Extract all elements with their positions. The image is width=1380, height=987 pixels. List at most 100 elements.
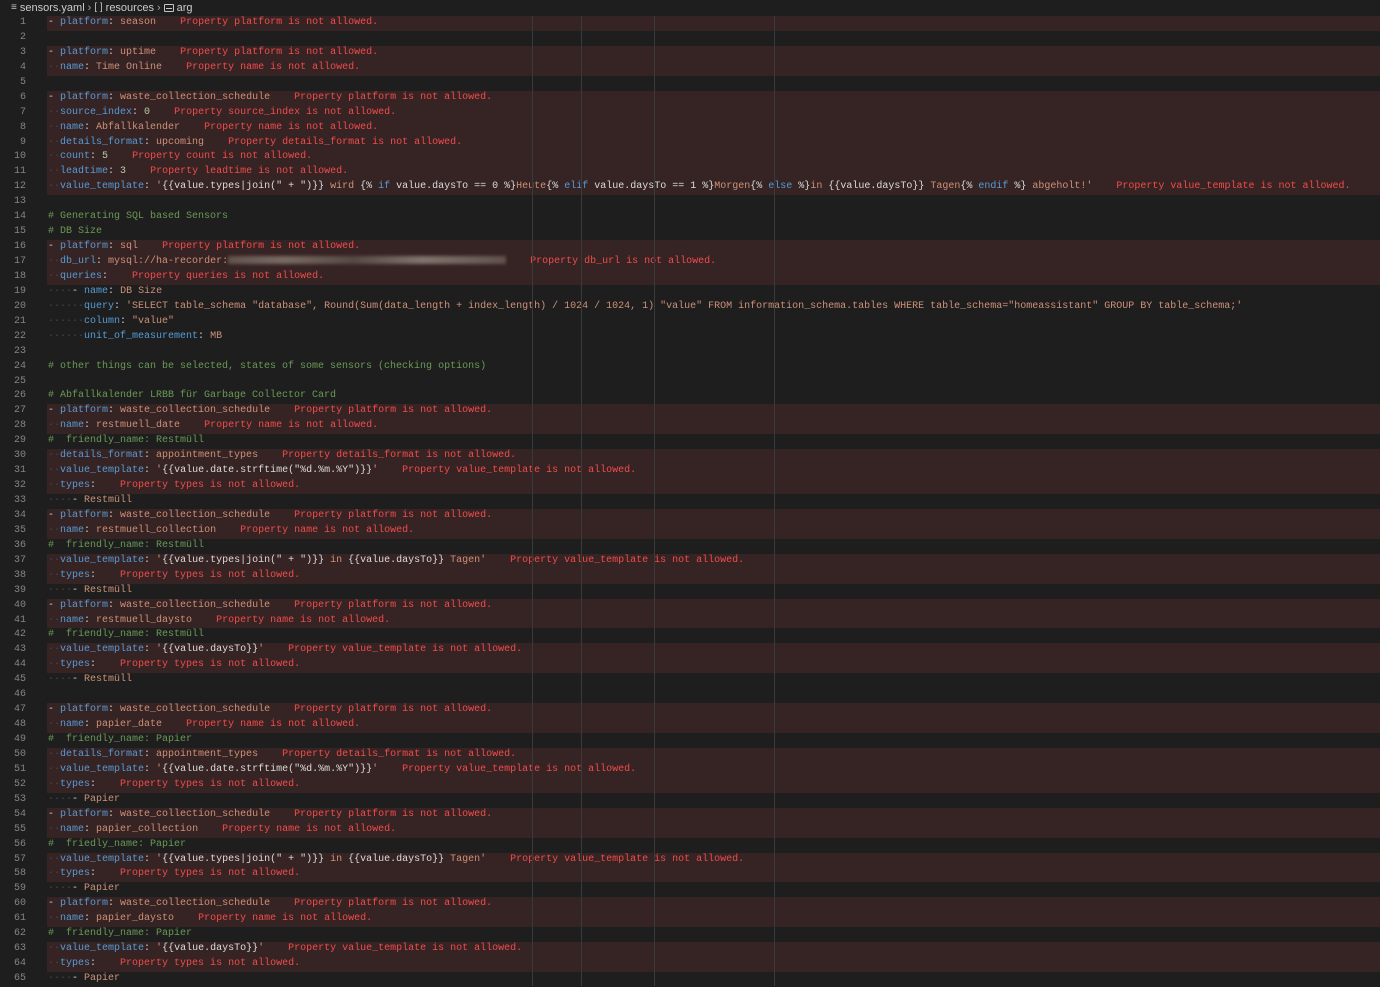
punctuation: :	[90, 151, 102, 162]
error-lens-message: Property value_template is not allowed.	[510, 555, 744, 566]
code-line[interactable]: 46	[0, 688, 1380, 703]
code-line-with-error[interactable]: 28··name: restmuell_dateProperty name is…	[0, 419, 1380, 434]
whitespace-indent: ······	[48, 316, 84, 327]
code-line-with-error[interactable]: 18··queries:Property queries is not allo…	[0, 270, 1380, 285]
code-line-with-error[interactable]: 61··name: papier_daystoProperty name is …	[0, 912, 1380, 927]
code-line-with-error[interactable]: 63··value_template: '{{value.daysTo}}'Pr…	[0, 942, 1380, 957]
code-line-with-error[interactable]: 58··types:Property types is not allowed.	[0, 867, 1380, 882]
code-line-with-error[interactable]: 34- platform: waste_collection_scheduleP…	[0, 509, 1380, 524]
code-line-with-error[interactable]: 17··db_url: mysql://ha-recorder:Property…	[0, 255, 1380, 270]
code-line-with-error[interactable]: 47- platform: waste_collection_scheduleP…	[0, 703, 1380, 718]
yaml-value: Restmüll	[84, 674, 132, 685]
code-line[interactable]: 36# friendly_name: Restmüll	[0, 539, 1380, 554]
comment: # friendly_name: Papier	[48, 734, 192, 745]
punctuation: :	[102, 271, 108, 282]
code-line[interactable]: 21······column: "value"	[0, 315, 1380, 330]
code-line[interactable]: 13	[0, 195, 1380, 210]
line-content: ··name: restmuell_daystoProperty name is…	[48, 614, 390, 629]
code-line[interactable]: 22······unit_of_measurement: MB	[0, 330, 1380, 345]
code-line[interactable]: 26# Abfallkalender LRBB für Garbage Coll…	[0, 389, 1380, 404]
code-line[interactable]: 19····- name: DB Size	[0, 285, 1380, 300]
code-line-with-error[interactable]: 7··source_index: 0Property source_index …	[0, 106, 1380, 121]
whitespace-indent: ··	[48, 719, 60, 730]
line-number: 46	[0, 688, 26, 703]
code-line-with-error[interactable]: 40- platform: waste_collection_scheduleP…	[0, 599, 1380, 614]
line-number: 40	[0, 599, 26, 614]
code-line-with-error[interactable]: 64··types:Property types is not allowed.	[0, 957, 1380, 972]
code-line[interactable]: 20······query: 'SELECT table_schema "dat…	[0, 300, 1380, 315]
code-line-with-error[interactable]: 41··name: restmuell_daystoProperty name …	[0, 614, 1380, 629]
code-line[interactable]: 42# friendly_name: Restmüll	[0, 628, 1380, 643]
code-line-with-error[interactable]: 57··value_template: '{{value.types|join(…	[0, 853, 1380, 868]
code-line-with-error[interactable]: 16- platform: sqlProperty platform is no…	[0, 240, 1380, 255]
jinja-keyword: endif	[978, 181, 1008, 192]
yaml-key: types	[60, 480, 90, 491]
code-line-with-error[interactable]: 9··details_format: upcomingProperty deta…	[0, 136, 1380, 151]
code-line-with-error[interactable]: 44··types:Property types is not allowed.	[0, 658, 1380, 673]
line-number: 33	[0, 494, 26, 509]
code-line[interactable]: 39····- Restmüll	[0, 584, 1380, 599]
breadcrumb-file[interactable]: sensors.yaml	[20, 2, 85, 14]
code-line-with-error[interactable]: 12··value_template: '{{value.types|join(…	[0, 180, 1380, 195]
code-line[interactable]: 53····- Papier	[0, 793, 1380, 808]
code-line[interactable]: 25	[0, 375, 1380, 390]
code-line-with-error[interactable]: 3- platform: uptimeProperty platform is …	[0, 46, 1380, 61]
punctuation: :	[108, 405, 120, 416]
code-line-with-error[interactable]: 60- platform: waste_collection_scheduleP…	[0, 897, 1380, 912]
punctuation: :	[108, 286, 120, 297]
code-line-with-error[interactable]: 38··types:Property types is not allowed.	[0, 569, 1380, 584]
code-line-with-error[interactable]: 10··count: 5Property count is not allowe…	[0, 150, 1380, 165]
line-number: 10	[0, 150, 26, 165]
code-line[interactable]: 45····- Restmüll	[0, 673, 1380, 688]
code-editor[interactable]: 1- platform: seasonProperty platform is …	[0, 16, 1380, 986]
yaml-key: name	[60, 719, 84, 730]
line-content: ··name: papier_collectionProperty name i…	[48, 823, 396, 838]
code-line[interactable]: 65····- Papier	[0, 972, 1380, 987]
yaml-key: query	[84, 301, 114, 312]
code-line[interactable]: 23	[0, 345, 1380, 360]
error-lens-message: Property value_template is not allowed.	[1116, 181, 1350, 192]
code-line-with-error[interactable]: 32··types:Property types is not allowed.	[0, 479, 1380, 494]
code-line-with-error[interactable]: 30··details_format: appointment_typesPro…	[0, 449, 1380, 464]
code-line[interactable]: 49# friendly_name: Papier	[0, 733, 1380, 748]
string-symbol-icon	[164, 4, 174, 12]
breadcrumb-resources[interactable]: resources	[106, 2, 154, 14]
code-line-with-error[interactable]: 51··value_template: '{{value.date.strfti…	[0, 763, 1380, 778]
code-line[interactable]: 14# Generating SQL based Sensors	[0, 210, 1380, 225]
code-line[interactable]: 56# friedly_name: Papier	[0, 838, 1380, 853]
yaml-key: platform	[60, 898, 108, 909]
code-line-with-error[interactable]: 35··name: restmuell_collectionProperty n…	[0, 524, 1380, 539]
code-line-with-error[interactable]: 54- platform: waste_collection_scheduleP…	[0, 808, 1380, 823]
code-line-with-error[interactable]: 27- platform: waste_collection_scheduleP…	[0, 404, 1380, 419]
code-line[interactable]: 33····- Restmüll	[0, 494, 1380, 509]
code-line[interactable]: 15# DB Size	[0, 225, 1380, 240]
code-line-with-error[interactable]: 43··value_template: '{{value.daysTo}}'Pr…	[0, 643, 1380, 658]
code-line[interactable]: 59····- Papier	[0, 882, 1380, 897]
code-line-with-error[interactable]: 4··name: Time OnlineProperty name is not…	[0, 61, 1380, 76]
code-line[interactable]: 5	[0, 76, 1380, 91]
code-line[interactable]: 62# friendly_name: Papier	[0, 927, 1380, 942]
code-line-with-error[interactable]: 48··name: papier_dateProperty name is no…	[0, 718, 1380, 733]
whitespace-indent: ··	[48, 525, 60, 536]
code-line[interactable]: 2	[0, 31, 1380, 46]
chevron-right-icon: ›	[88, 2, 92, 14]
code-line[interactable]: 24# other things can be selected, states…	[0, 360, 1380, 375]
breadcrumb-symbol[interactable]: arg	[177, 2, 193, 14]
code-line-with-error[interactable]: 50··details_format: appointment_typesPro…	[0, 748, 1380, 763]
yaml-value: in	[810, 181, 828, 192]
whitespace-indent: ··	[48, 570, 60, 581]
code-line[interactable]: 29# friendly_name: Restmüll	[0, 434, 1380, 449]
code-line-with-error[interactable]: 31··value_template: '{{value.date.strfti…	[0, 464, 1380, 479]
line-content: ··types:Property types is not allowed.	[48, 867, 300, 882]
code-line-with-error[interactable]: 1- platform: seasonProperty platform is …	[0, 16, 1380, 31]
line-number: 19	[0, 285, 26, 300]
code-line-with-error[interactable]: 37··value_template: '{{value.types|join(…	[0, 554, 1380, 569]
yaml-key: leadtime	[60, 166, 108, 177]
code-line-with-error[interactable]: 6- platform: waste_collection_schedulePr…	[0, 91, 1380, 106]
code-line-with-error[interactable]: 55··name: papier_collectionProperty name…	[0, 823, 1380, 838]
code-line-with-error[interactable]: 11··leadtime: 3Property leadtime is not …	[0, 165, 1380, 180]
code-line-with-error[interactable]: 8··name: AbfallkalenderProperty name is …	[0, 121, 1380, 136]
error-lens-message: Property platform is not allowed.	[294, 704, 492, 715]
code-line-with-error[interactable]: 52··types:Property types is not allowed.	[0, 778, 1380, 793]
line-content: - platform: waste_collection_schedulePro…	[48, 897, 492, 912]
